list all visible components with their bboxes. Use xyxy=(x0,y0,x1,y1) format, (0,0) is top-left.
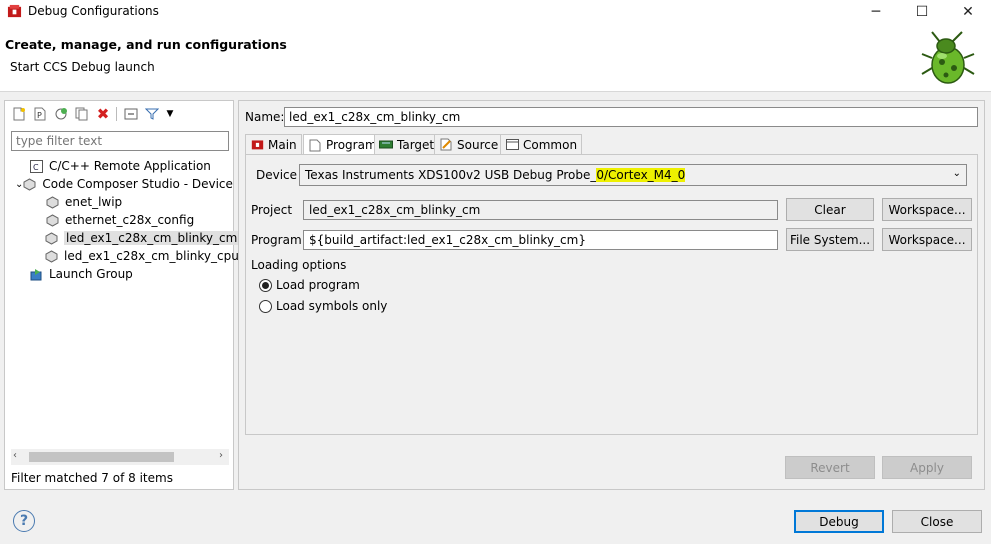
cube-icon xyxy=(45,213,59,227)
scrollbar-thumb[interactable] xyxy=(29,452,174,462)
filter-icon[interactable] xyxy=(143,105,161,123)
tree-item-label: led_ex1_c28x_cm_blinky_cm xyxy=(64,231,240,245)
collapse-all-icon[interactable] xyxy=(122,105,140,123)
apply-button[interactable]: Apply xyxy=(882,456,972,479)
radio-circle[interactable] xyxy=(259,299,272,313)
ccs-main-icon xyxy=(250,138,264,152)
program-tab-content: Device Texas Instruments XDS100v2 USB De… xyxy=(245,154,978,435)
tree-item-remote-app[interactable]: C C/C++ Remote Application xyxy=(11,157,231,175)
horizontal-scrollbar[interactable]: ‹ › xyxy=(11,449,229,465)
loading-options-label: Loading options xyxy=(251,258,347,272)
svg-text:C: C xyxy=(33,163,39,172)
debug-bug-icon xyxy=(921,31,975,84)
name-label: Name: xyxy=(245,110,285,124)
radio-circle[interactable] xyxy=(259,278,272,292)
duplicate-icon[interactable] xyxy=(73,105,91,123)
close-window-button[interactable]: ✕ xyxy=(945,0,991,24)
dialog-subtitle: Start CCS Debug launch xyxy=(10,60,155,74)
tab-source[interactable]: Source xyxy=(434,134,504,154)
cube-icon xyxy=(45,195,59,209)
cube-icon xyxy=(45,231,58,245)
common-icon xyxy=(505,138,519,152)
delete-icon[interactable]: ✖ xyxy=(94,105,112,123)
tree-item-label: C/C++ Remote Application xyxy=(49,159,211,173)
load-symbols-radio[interactable]: Load symbols only xyxy=(259,299,387,313)
tree-item-label: ethernet_c28x_config xyxy=(65,213,195,227)
debug-button[interactable]: Debug xyxy=(794,510,884,533)
workspace-project-button[interactable]: Workspace... xyxy=(882,198,972,221)
tree-item-label: led_ex1_c28x_cm_blinky_cpu1 xyxy=(64,249,247,263)
dialog-title: Create, manage, and run configurations xyxy=(5,37,287,52)
new-prototype-icon[interactable]: P xyxy=(31,105,49,123)
revert-button[interactable]: Revert xyxy=(785,456,875,479)
file-system-button[interactable]: File System... xyxy=(786,228,874,251)
name-input[interactable] xyxy=(284,107,978,127)
target-board-icon xyxy=(379,138,393,152)
device-label: Device xyxy=(256,168,298,182)
clear-button[interactable]: Clear xyxy=(786,198,874,221)
svg-text:P: P xyxy=(37,111,42,120)
cube-icon xyxy=(45,249,58,263)
export-icon[interactable] xyxy=(52,105,70,123)
maximize-button[interactable]: ☐ xyxy=(899,0,945,24)
program-field[interactable]: ${build_artifact:led_ex1_c28x_cm_blinky_… xyxy=(303,230,778,250)
tree-item-label: Code Composer Studio - Device xyxy=(42,177,233,191)
filter-status: Filter matched 7 of 8 items xyxy=(11,471,173,485)
tree-item-launch-group[interactable]: Launch Group xyxy=(11,265,231,283)
new-config-icon[interactable] xyxy=(10,105,28,123)
toolbar-separator xyxy=(116,107,117,121)
project-label: Project xyxy=(251,203,293,217)
scroll-right-icon[interactable]: › xyxy=(219,450,223,461)
tab-label: Common xyxy=(523,137,578,152)
tree-item-label: Launch Group xyxy=(49,267,133,281)
cube-icon xyxy=(23,177,36,191)
scroll-left-icon[interactable]: ‹ xyxy=(13,450,17,461)
config-tree: C C/C++ Remote Application ⌄ Code Compos… xyxy=(11,157,246,283)
chevron-down-icon[interactable]: ⌄ xyxy=(15,179,23,190)
title-bar: Debug Configurations ─ ☐ ✕ xyxy=(0,0,991,24)
config-editor-panel: Name: Main Program Target Source Common … xyxy=(238,100,985,490)
device-select[interactable]: Texas Instruments XDS100v2 USB Debug Pro… xyxy=(299,164,967,186)
minimize-button[interactable]: ─ xyxy=(853,0,899,24)
project-field[interactable]: led_ex1_c28x_cm_blinky_cm xyxy=(303,200,778,220)
config-tree-panel: P ✖ ▼ C C/C++ Remote Application ⌄ Code … xyxy=(4,100,246,490)
tree-item-config-selected[interactable]: led_ex1_c28x_cm_blinky_cm xyxy=(11,229,240,247)
tab-common[interactable]: Common xyxy=(500,134,583,154)
device-value-highlighted: 0/Cortex_M4_0 xyxy=(596,168,686,182)
radio-label: Load symbols only xyxy=(276,299,388,313)
help-icon[interactable]: ? xyxy=(13,510,35,532)
radio-dot xyxy=(262,281,269,289)
tree-item-ccs-device[interactable]: ⌄ Code Composer Studio - Device xyxy=(11,175,233,193)
chevron-down-icon[interactable]: ⌄ xyxy=(953,168,961,179)
tab-label: Target xyxy=(397,137,435,152)
window-title: Debug Configurations xyxy=(28,4,159,18)
program-label: Program xyxy=(251,233,302,247)
workspace-program-button[interactable]: Workspace... xyxy=(882,228,972,251)
source-icon xyxy=(439,138,453,152)
tree-item-label: enet_lwip xyxy=(65,195,123,209)
tab-label: Main xyxy=(268,137,297,152)
tab-main[interactable]: Main xyxy=(245,134,302,154)
load-program-radio[interactable]: Load program xyxy=(259,278,360,292)
launch-group-icon xyxy=(29,267,43,281)
tree-item-config[interactable]: ethernet_c28x_config xyxy=(11,211,231,229)
dialog-header: Create, manage, and run configurations S… xyxy=(0,24,991,92)
radio-label: Load program xyxy=(276,278,360,292)
tree-item-config[interactable]: enet_lwip xyxy=(11,193,231,211)
tab-label: Source xyxy=(457,137,499,152)
close-button[interactable]: Close xyxy=(892,510,982,533)
tab-label: Program xyxy=(326,138,377,152)
device-value: Texas Instruments XDS100v2 USB Debug Pro… xyxy=(305,168,597,182)
program-file-icon xyxy=(308,138,322,152)
tab-target[interactable]: Target xyxy=(374,134,440,154)
filter-input[interactable] xyxy=(11,131,229,151)
filter-dropdown-icon[interactable]: ▼ xyxy=(161,105,179,123)
ccs-app-icon xyxy=(7,4,22,18)
tree-item-config[interactable]: led_ex1_c28x_cm_blinky_cpu1 xyxy=(11,247,246,265)
c-app-icon: C xyxy=(29,159,43,173)
tab-program[interactable]: Program xyxy=(303,134,382,155)
